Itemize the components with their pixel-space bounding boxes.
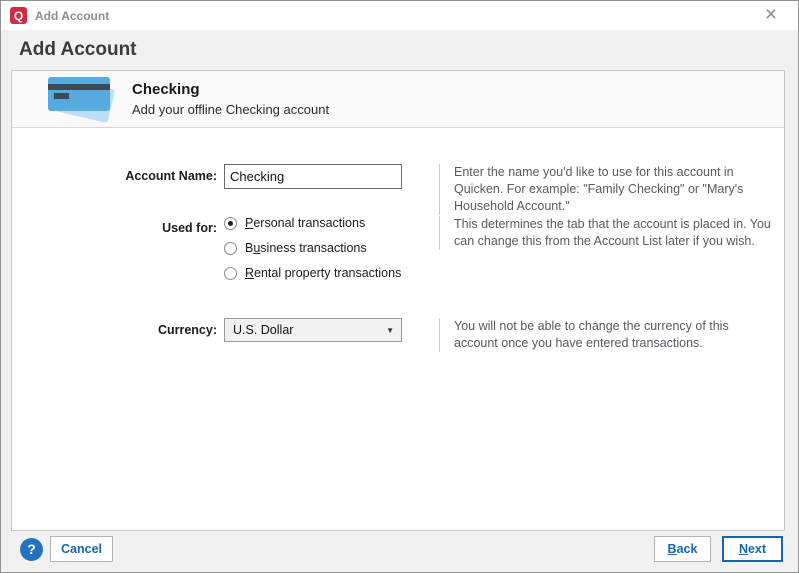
account-name-help: Enter the name you'd like to use for thi… <box>439 164 771 215</box>
account-name-input[interactable] <box>224 164 402 189</box>
currency-label: Currency: <box>12 318 217 337</box>
radio-business-label[interactable]: Business transactions <box>245 241 367 255</box>
currency-dropdown[interactable]: U.S. Dollar ▼ <box>224 318 402 342</box>
radio-rental-label[interactable]: Rental property transactions <box>245 266 401 280</box>
chevron-down-icon: ▼ <box>386 326 394 335</box>
panel-titles: Checking Add your offline Checking accou… <box>132 81 329 117</box>
currency-control: U.S. Dollar ▼ <box>224 318 402 342</box>
radio-button-icon[interactable] <box>224 267 237 280</box>
page-title: Add Account <box>1 30 798 69</box>
radio-personal-transactions[interactable]: Personal transactions <box>224 216 454 230</box>
account-form: Account Name: Enter the name you'd like … <box>12 128 784 352</box>
used-for-label: Used for: <box>12 216 217 235</box>
next-button[interactable]: Next <box>722 536 783 562</box>
help-icon[interactable]: ? <box>20 538 43 561</box>
radio-button-icon[interactable] <box>224 217 237 230</box>
credit-card-icon <box>38 75 118 123</box>
used-for-options: Personal transactions Business transacti… <box>224 216 454 291</box>
account-type-title: Checking <box>132 81 329 98</box>
currency-row: Currency: U.S. Dollar ▼ You will not be … <box>12 318 784 352</box>
cancel-button[interactable]: Cancel <box>50 536 113 562</box>
radio-personal-label[interactable]: Personal transactions <box>245 216 365 230</box>
currency-help: You will not be able to change the curre… <box>439 318 771 352</box>
window-title: Add Account <box>35 9 109 23</box>
back-button[interactable]: Back <box>654 536 711 562</box>
radio-business-transactions[interactable]: Business transactions <box>224 241 454 255</box>
account-type-subtitle: Add your offline Checking account <box>132 102 329 117</box>
used-for-help: This determines the tab that the account… <box>439 216 771 250</box>
quicken-logo-icon: Q <box>10 7 27 24</box>
account-name-label: Account Name: <box>12 164 217 183</box>
radio-button-icon[interactable] <box>224 242 237 255</box>
close-icon[interactable]: × <box>752 1 790 29</box>
account-name-control <box>224 164 402 189</box>
currency-selected-value: U.S. Dollar <box>233 323 293 337</box>
add-account-dialog: Q Add Account × Add Account Checking Add… <box>0 0 799 573</box>
main-panel: Checking Add your offline Checking accou… <box>11 70 785 531</box>
used-for-row: Used for: Personal transactions Business… <box>12 216 784 291</box>
titlebar: Q Add Account × <box>1 1 798 30</box>
account-name-row: Account Name: Enter the name you'd like … <box>12 164 784 215</box>
footer: ? Cancel Back Next <box>1 528 798 572</box>
panel-header: Checking Add your offline Checking accou… <box>12 71 784 128</box>
radio-rental-property-transactions[interactable]: Rental property transactions <box>224 266 454 280</box>
